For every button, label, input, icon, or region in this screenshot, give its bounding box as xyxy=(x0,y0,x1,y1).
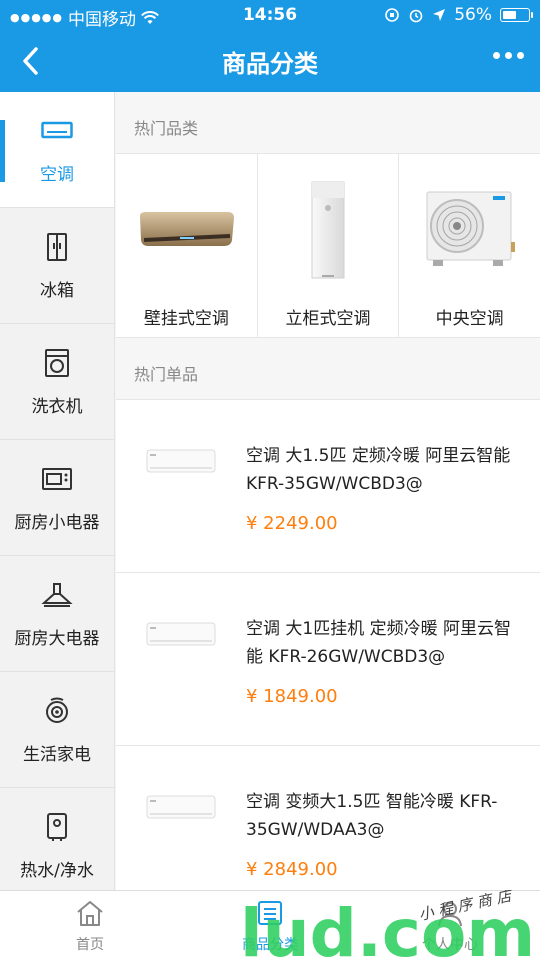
status-bar: ●●●●● 中国移动 14:56 56% xyxy=(0,0,540,30)
tab-bar: 首页 商品分类 个人中心 xyxy=(0,890,540,960)
page-title: 商品分类 xyxy=(222,50,318,78)
wall-ac-image xyxy=(116,170,257,290)
tab-profile[interactable]: 个人中心 xyxy=(360,891,540,960)
air-conditioner-icon xyxy=(40,114,74,148)
sidebar-item-label: 空调 xyxy=(40,165,74,185)
fan-icon xyxy=(40,694,74,728)
product-price: ¥ 1849.00 xyxy=(246,686,338,707)
category-sidebar: 空调 冰箱 洗衣机 厨房小电器 厨房大电器 生活家电 热水/净水 xyxy=(0,92,115,890)
hot-category-label: 壁挂式空调 xyxy=(143,309,229,329)
tab-categories[interactable]: 商品分类 xyxy=(180,891,360,960)
tab-label: 个人中心 xyxy=(422,936,478,953)
tab-home[interactable]: 首页 xyxy=(0,891,180,960)
battery-fill xyxy=(503,11,516,19)
range-hood-icon xyxy=(40,578,74,612)
hot-categories-grid: 壁挂式空调 立柜式空调 中央空调 xyxy=(116,154,540,338)
washing-machine-icon xyxy=(40,346,74,380)
tab-label: 商品分类 xyxy=(242,936,298,953)
product-item[interactable]: 空调 大1.5匹 定频冷暖 阿里云智能 KFR-35GW/WCBD3@ ¥ 22… xyxy=(116,400,540,573)
sidebar-item-air-conditioner[interactable]: 空调 xyxy=(0,92,114,208)
product-image xyxy=(146,449,216,473)
sidebar-item-fridge[interactable]: 冰箱 xyxy=(0,208,114,324)
more-button[interactable] xyxy=(493,52,524,59)
app-screen: ●●●●● 中国移动 14:56 56% 商品分类 空调 冰箱 洗衣机 厨房小电… xyxy=(0,0,540,960)
central-ac-image xyxy=(399,170,540,290)
sidebar-item-kitchen-small[interactable]: 厨房小电器 xyxy=(0,440,114,556)
product-name: 空调 大1.5匹 定频冷暖 阿里云智能 KFR-35GW/WCBD3@ xyxy=(246,446,511,494)
orientation-lock-icon xyxy=(385,8,400,22)
sidebar-item-label: 热水/净水 xyxy=(20,861,94,881)
section-title-hot-categories: 热门品类 xyxy=(116,92,540,154)
hot-category-label: 立柜式空调 xyxy=(285,309,371,329)
sidebar-item-label: 冰箱 xyxy=(40,281,74,301)
floor-ac-image xyxy=(258,170,399,290)
hot-category-label: 中央空调 xyxy=(435,309,504,329)
more-dots-icon xyxy=(505,52,512,59)
hot-category-item[interactable]: 立柜式空调 xyxy=(258,154,400,337)
product-name: 空调 大1匹挂机 定频冷暖 阿里云智能 KFR-26GW/WCBD3@ xyxy=(246,619,512,667)
nav-bar: 商品分类 xyxy=(0,30,540,92)
more-dots-icon xyxy=(517,52,524,59)
more-dots-icon xyxy=(493,52,500,59)
sidebar-item-water[interactable]: 热水/净水 xyxy=(0,788,114,890)
product-price: ¥ 2849.00 xyxy=(246,859,338,880)
product-list: 空调 大1.5匹 定频冷暖 阿里云智能 KFR-35GW/WCBD3@ ¥ 22… xyxy=(116,400,540,890)
category-content: 热门品类 壁挂式空调 立柜式空调 中央空调 热门单品 空调 大1.5匹 定频冷暖… xyxy=(116,92,540,890)
sidebar-item-label: 厨房小电器 xyxy=(14,513,100,533)
home-icon xyxy=(75,898,105,928)
sidebar-item-kitchen-large[interactable]: 厨房大电器 xyxy=(0,556,114,672)
product-item[interactable]: 空调 变频大1.5匹 智能冷暖 KFR-35GW/WDAA3@ ¥ 2849.0… xyxy=(116,746,540,890)
tab-label: 首页 xyxy=(76,936,104,953)
product-image xyxy=(146,622,216,646)
product-price: ¥ 2249.00 xyxy=(246,513,338,534)
product-name: 空调 变频大1.5匹 智能冷暖 KFR-35GW/WDAA3@ xyxy=(246,792,498,840)
product-item[interactable]: 空调 大1匹挂机 定频冷暖 阿里云智能 KFR-26GW/WCBD3@ ¥ 18… xyxy=(116,573,540,746)
category-icon xyxy=(255,898,285,928)
sidebar-item-label: 生活家电 xyxy=(23,745,91,765)
fridge-icon xyxy=(40,230,74,264)
user-icon xyxy=(435,898,465,928)
battery-percent: 56% xyxy=(454,5,492,25)
microwave-icon xyxy=(40,462,74,496)
sidebar-item-label: 厨房大电器 xyxy=(14,629,100,649)
water-heater-icon xyxy=(40,810,74,844)
section-title-hot-products: 热门单品 xyxy=(116,338,540,400)
location-icon xyxy=(433,9,446,21)
sidebar-item-washing-machine[interactable]: 洗衣机 xyxy=(0,324,114,440)
hot-category-item[interactable]: 壁挂式空调 xyxy=(116,154,258,337)
battery-icon xyxy=(500,8,533,22)
sidebar-item-home-appliances[interactable]: 生活家电 xyxy=(0,672,114,788)
hot-category-item[interactable]: 中央空调 xyxy=(399,154,540,337)
sidebar-item-label: 洗衣机 xyxy=(31,397,83,417)
product-image xyxy=(146,795,216,819)
alarm-icon xyxy=(409,9,423,23)
status-right: 56% xyxy=(384,5,533,25)
